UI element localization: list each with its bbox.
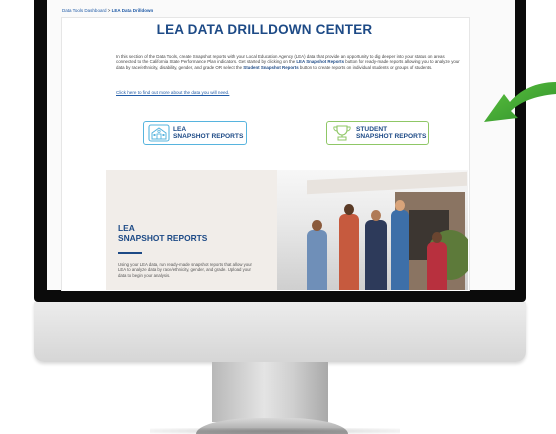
photo-building-roof	[307, 171, 467, 195]
page-title: LEA DATA DRILLDOWN CENTER	[156, 22, 373, 37]
school-building-icon	[148, 124, 170, 142]
card-title: LEA SNAPSHOT REPORTS	[118, 223, 208, 243]
lea-button-line2: SNAPSHOT REPORTS	[173, 133, 244, 140]
breadcrumb-home-link[interactable]: Data Tools Dashboard	[62, 8, 106, 13]
photo-student-2	[339, 214, 359, 290]
photo-student-2-head	[344, 204, 354, 215]
lea-snapshot-reports-button[interactable]: LEA SNAPSHOT REPORTS	[143, 121, 247, 145]
card-description: Using your LEA data, run ready-made snap…	[118, 262, 252, 278]
students-jumping-photo	[277, 170, 468, 290]
breadcrumb-separator: >	[107, 8, 111, 13]
intro-student-button-ref: Student Snapshot Reports	[243, 64, 299, 70]
intro-lea-button-ref: LEA Snapshot Reports	[296, 59, 345, 65]
monitor-chin	[34, 302, 526, 362]
student-trophy-icon	[333, 125, 351, 141]
student-snapshot-reports-button[interactable]: STUDENT SNAPSHOT REPORTS	[326, 121, 429, 145]
intro-text-3: button to create reports on individual s…	[299, 64, 433, 70]
student-button-line1: STUDENT	[356, 125, 388, 133]
photo-student-1	[307, 230, 327, 290]
photo-student-5	[427, 242, 447, 290]
photo-student-1-head	[312, 220, 322, 231]
green-arrow-icon	[484, 82, 556, 122]
stand-shadow	[150, 428, 400, 434]
photo-student-3-head	[371, 210, 381, 221]
photo-student-3	[365, 220, 387, 290]
photo-student-4-head	[395, 200, 405, 211]
breadcrumb-current: LEA Data Drilldown	[111, 8, 154, 13]
card-title-line2: SNAPSHOT REPORTS	[118, 232, 208, 243]
more-info-link[interactable]: Click here to find out more about the da…	[116, 90, 229, 95]
lea-button-label: LEA SNAPSHOT REPORTS	[173, 126, 243, 141]
breadcrumb: Data Tools Dashboard > LEA Data Drilldow…	[62, 8, 153, 13]
student-button-label: STUDENT SNAPSHOT REPORTS	[356, 126, 426, 141]
intro-paragraph: In this section of the Data Tools, creat…	[116, 54, 462, 70]
card-divider	[118, 252, 142, 254]
student-button-line2: SNAPSHOT REPORTS	[356, 133, 427, 140]
lea-button-line1: LEA	[173, 125, 187, 133]
photo-student-4	[391, 210, 409, 290]
photo-student-5-head	[432, 232, 442, 243]
monitor-stand	[212, 362, 328, 422]
